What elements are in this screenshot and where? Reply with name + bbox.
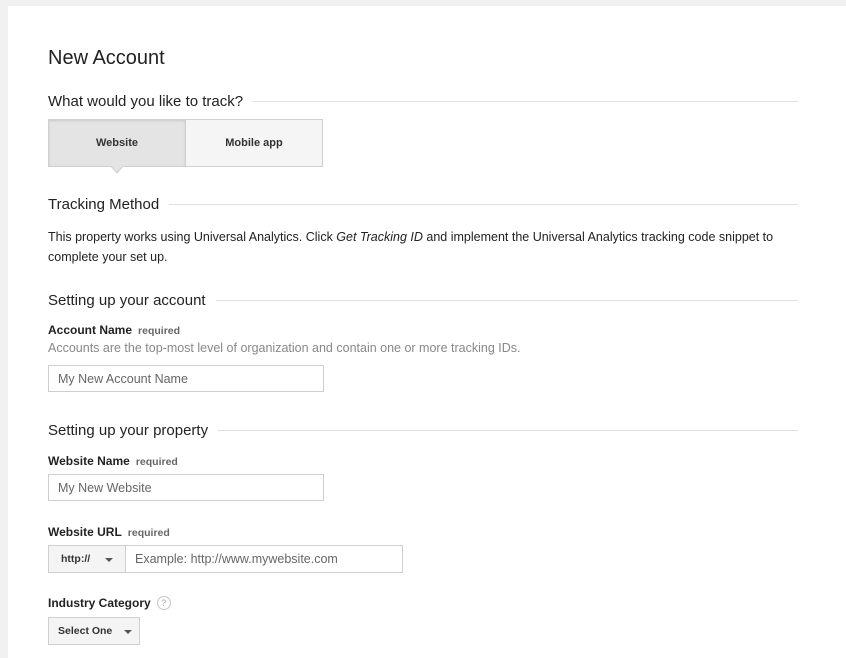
account-name-help-text: Accounts are the top-most level of organ… (48, 341, 521, 355)
track-heading-text: What would you like to track? (48, 93, 244, 110)
account-name-label: Account Name required (48, 323, 180, 337)
industry-category-select[interactable]: Select One (48, 617, 140, 645)
website-url-label: Website URL required (48, 525, 170, 539)
selected-indicator-caret (110, 165, 124, 174)
industry-category-label: Industry Category? (48, 595, 171, 611)
website-name-label: Website Name required (48, 454, 178, 468)
page-title: New Account (48, 47, 165, 69)
track-type-toggle: Website Mobile app (48, 119, 323, 174)
website-url-input[interactable] (125, 545, 403, 573)
industry-category-value: Select One (58, 625, 113, 637)
track-section-heading: What would you like to track? (48, 93, 798, 110)
tracking-method-text-start: This property works using Universal Anal… (48, 230, 337, 244)
mobile-app-option-label: Mobile app (225, 137, 283, 149)
chevron-down-icon (124, 630, 132, 634)
section-divider (215, 300, 798, 301)
website-url-row: http:// (48, 545, 403, 573)
property-heading-text: Setting up your property (48, 422, 209, 439)
account-name-input[interactable] (48, 365, 324, 392)
tracking-method-heading: Tracking Method (48, 196, 798, 213)
protocol-select[interactable]: http:// (48, 545, 125, 573)
help-circle-icon[interactable]: ? (156, 595, 171, 610)
mobile-app-option-button[interactable]: Mobile app (186, 119, 323, 167)
chevron-down-icon (105, 558, 113, 562)
website-url-label-text: Website URL (48, 525, 122, 539)
section-divider (169, 204, 798, 205)
section-divider (218, 430, 798, 431)
page-container: New Account What would you like to track… (8, 6, 846, 658)
website-option-label: Website (96, 137, 138, 149)
required-marker: required (127, 527, 170, 539)
account-section-heading: Setting up your account (48, 292, 798, 309)
required-marker: required (138, 325, 181, 337)
required-marker: required (135, 456, 178, 468)
account-heading-text: Setting up your account (48, 292, 206, 309)
section-divider (253, 101, 798, 102)
tracking-method-heading-text: Tracking Method (48, 196, 160, 213)
website-option-button[interactable]: Website (48, 119, 186, 174)
industry-category-label-text: Industry Category (48, 596, 151, 610)
protocol-value: http:// (61, 553, 91, 565)
account-name-label-text: Account Name (48, 323, 133, 337)
get-tracking-id-emphasis: Get Tracking ID (336, 230, 423, 244)
tracking-method-description: This property works using Universal Anal… (48, 227, 808, 267)
website-name-label-text: Website Name (48, 454, 130, 468)
website-name-input[interactable] (48, 474, 324, 501)
property-section-heading: Setting up your property (48, 422, 798, 439)
